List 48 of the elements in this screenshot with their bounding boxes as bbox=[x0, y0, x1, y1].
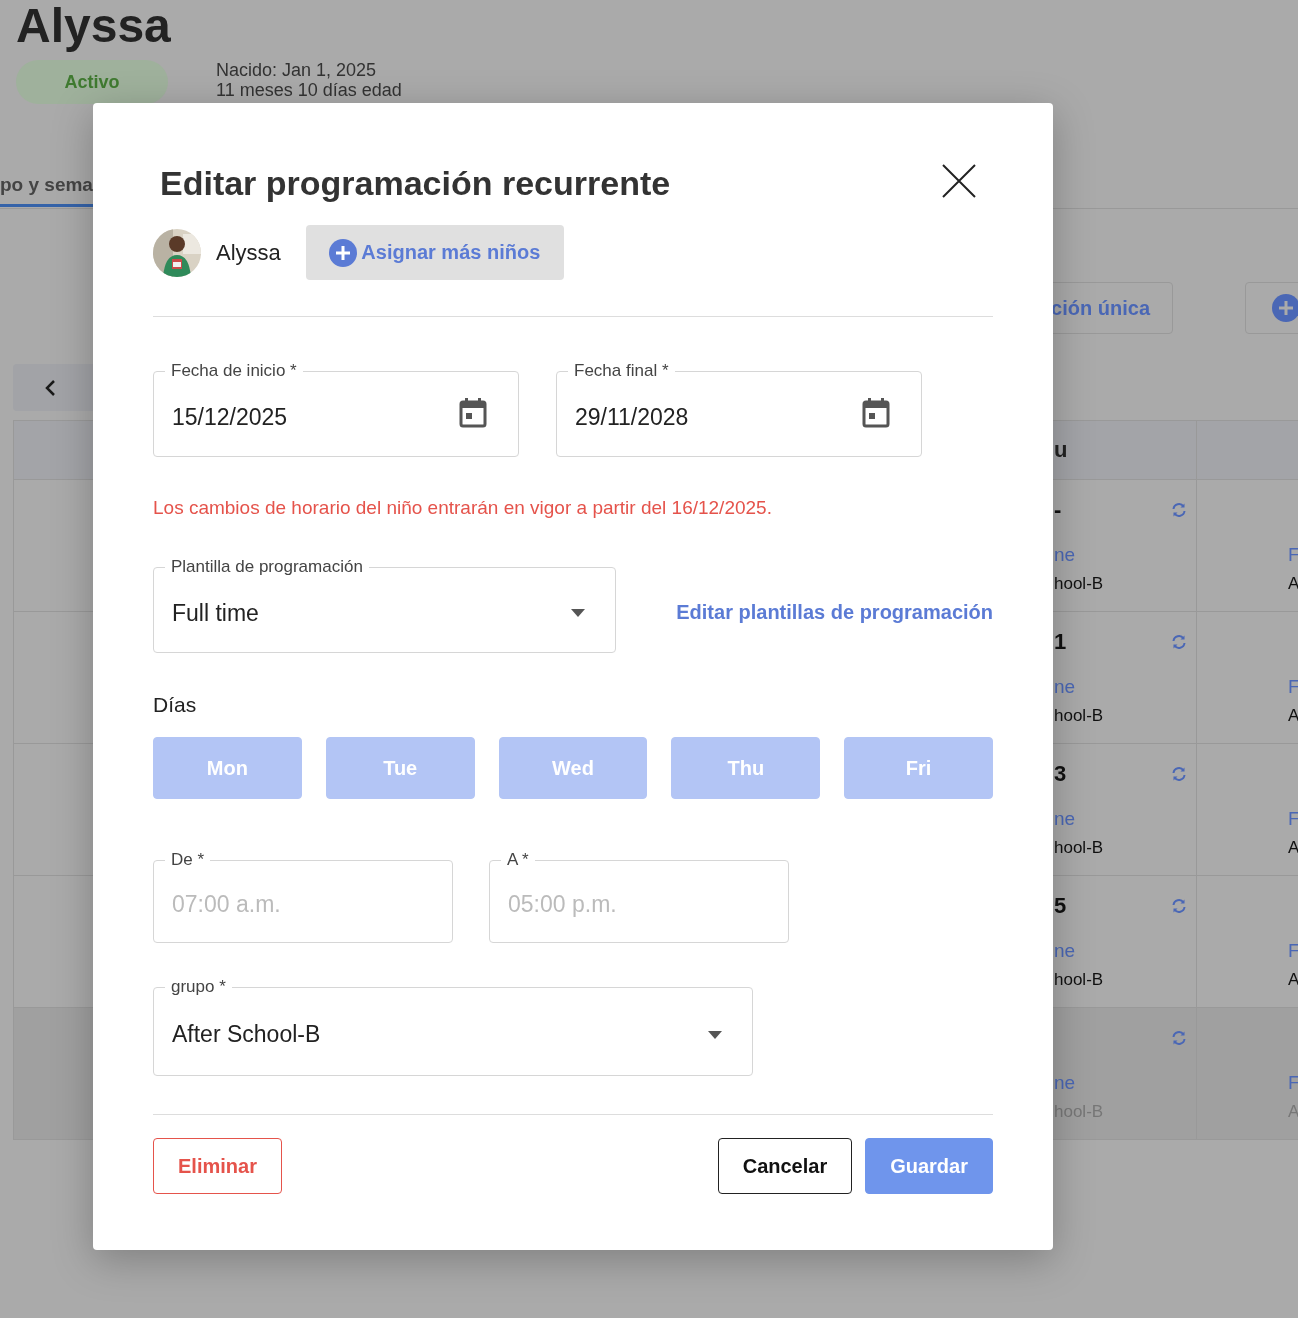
plus-icon bbox=[1272, 294, 1298, 322]
day-number: - bbox=[1054, 497, 1062, 523]
day-number: 1 bbox=[1054, 629, 1067, 655]
schedule-name: F bbox=[1288, 676, 1298, 698]
refresh-icon bbox=[1170, 1029, 1188, 1047]
save-button[interactable]: Guardar bbox=[865, 1138, 993, 1194]
column-header: u bbox=[1054, 437, 1068, 463]
cancel-button[interactable]: Cancelar bbox=[717, 1138, 853, 1194]
delete-button[interactable]: Eliminar bbox=[153, 1138, 282, 1194]
calendar-icon[interactable] bbox=[459, 397, 487, 429]
schedule-name: F bbox=[1288, 940, 1298, 962]
child-name: Alyssa bbox=[216, 239, 281, 266]
schedule-name: F bbox=[1288, 808, 1298, 830]
field-label: grupo * bbox=[165, 977, 232, 997]
close-button[interactable] bbox=[941, 163, 977, 199]
refresh-icon bbox=[1170, 765, 1188, 783]
schedule-name: ne bbox=[1054, 940, 1076, 962]
assign-children-button[interactable]: Asignar más niños bbox=[305, 225, 564, 280]
chevron-left-icon bbox=[44, 377, 58, 398]
refresh-icon bbox=[1170, 633, 1188, 651]
schedule-name: ne bbox=[1054, 808, 1076, 830]
plus-icon bbox=[329, 238, 358, 267]
status-badge: Activo bbox=[16, 60, 168, 104]
schedule-name: F bbox=[1288, 544, 1298, 566]
refresh-icon bbox=[1170, 897, 1188, 915]
dialog-title: Editar programación recurrente bbox=[160, 163, 671, 204]
field-label: Plantilla de programación bbox=[165, 557, 369, 577]
dropdown-caret-icon bbox=[708, 1030, 722, 1039]
child-name-heading: Alyssa bbox=[16, 0, 172, 52]
schedule-name: ne bbox=[1054, 1072, 1076, 1094]
group-name: hool-B bbox=[1054, 970, 1104, 990]
close-icon bbox=[941, 163, 977, 199]
birth-date: Nacido: Jan 1, 2025 bbox=[216, 60, 378, 80]
group-name: hool-B bbox=[1054, 706, 1104, 726]
group-name: hool-B bbox=[1054, 574, 1104, 594]
group-name: hool-B bbox=[1054, 838, 1104, 858]
edit-templates-link[interactable]: Editar plantillas de programación bbox=[676, 600, 993, 624]
schedule-name: ne bbox=[1054, 544, 1076, 566]
day-number: 5 bbox=[1054, 893, 1067, 919]
refresh-icon bbox=[1170, 501, 1188, 519]
dropdown-caret-icon bbox=[571, 609, 586, 617]
age-text: 11 meses 10 días edad bbox=[216, 80, 402, 100]
schedule-name: F bbox=[1288, 1072, 1298, 1094]
schedule-name: ne bbox=[1054, 676, 1076, 698]
calendar-icon[interactable] bbox=[862, 397, 890, 429]
days-label: Días bbox=[153, 693, 198, 717]
notice-text: Los cambios de horario del niño entrarán en vigor a partir del 16/12/2025. bbox=[153, 497, 773, 519]
day-number: 3 bbox=[1054, 761, 1067, 787]
